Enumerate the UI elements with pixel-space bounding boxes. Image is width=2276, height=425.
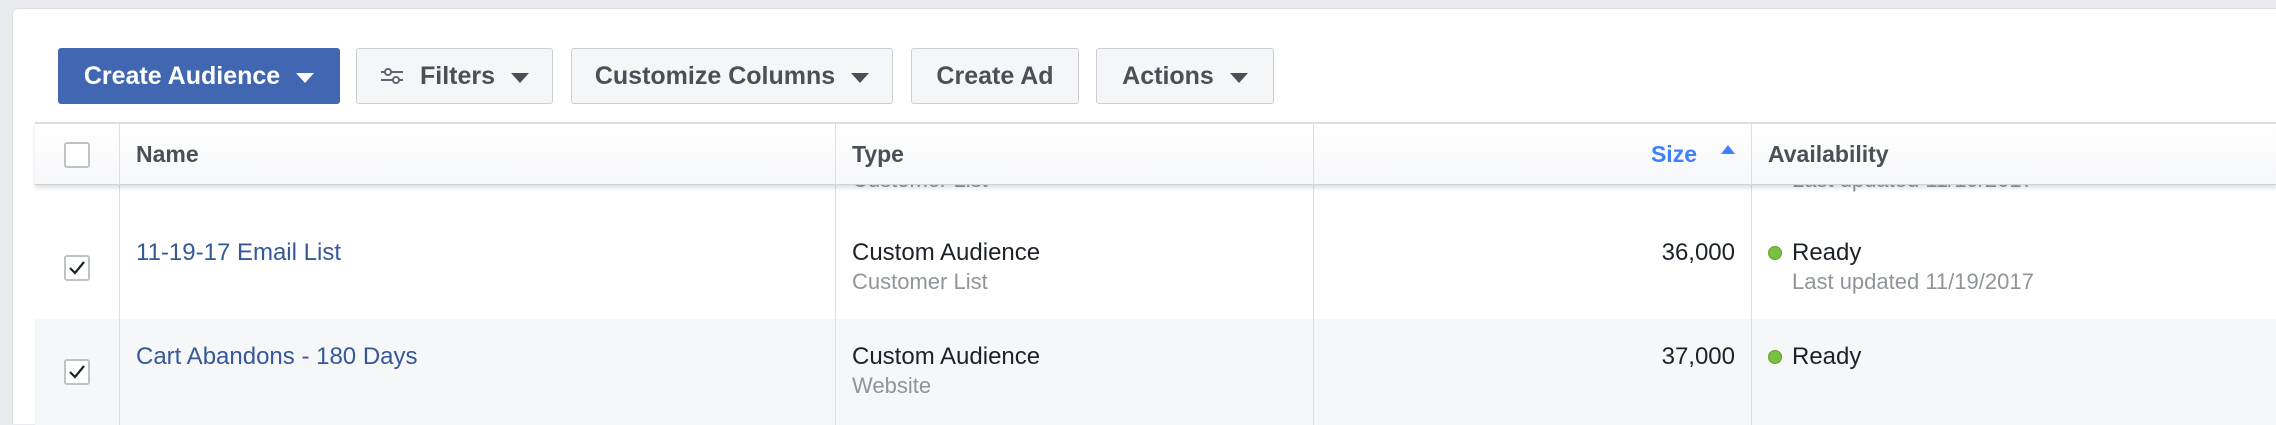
chevron-down-icon	[296, 72, 315, 83]
audience-subtype: Website	[852, 373, 932, 398]
checkbox-cell	[35, 319, 119, 425]
audience-table: Name Type Size Availability Customer Lis…	[35, 122, 2276, 425]
type-cell: Customer List	[835, 185, 1313, 215]
table-row[interactable]: Cart Abandons - 180 Days Custom Audience…	[35, 319, 2276, 425]
last-updated-text: Last updated 11/19/2017	[1792, 269, 2034, 294]
status-text: Ready	[1792, 343, 1862, 370]
name-cell: Cart Abandons - 180 Days	[119, 319, 835, 425]
filters-label: Filters	[419, 61, 496, 90]
column-header-size-label: Size	[1650, 141, 1697, 167]
column-header-name-label: Name	[136, 141, 199, 167]
customize-columns-button[interactable]: Customize Columns	[571, 48, 893, 104]
audience-subtype: Customer List	[852, 269, 988, 294]
ready-status-dot-icon	[1768, 350, 1782, 364]
availability-cell: Ready	[1751, 319, 2276, 425]
availability-cell: Ready Last updated 11/19/2017	[1751, 215, 2276, 319]
name-cell: 11-19-17 Email List	[119, 215, 835, 319]
audience-name-link[interactable]: 11-19-17 Email List	[136, 239, 341, 267]
audience-subtype: Customer List	[852, 185, 988, 193]
table-header: Name Type Size Availability	[35, 122, 2276, 185]
checkmark-icon	[69, 365, 85, 379]
size-cell: 36,000	[1313, 215, 1751, 319]
checkmark-icon	[69, 261, 85, 275]
chevron-down-icon	[1229, 72, 1248, 83]
column-header-type[interactable]: Type	[835, 124, 1313, 185]
row-checkbox[interactable]	[64, 359, 90, 385]
availability-cell: Last updated 11/19/2017	[1751, 185, 2276, 215]
audience-type: Custom Audience	[852, 239, 1041, 266]
chevron-down-icon	[851, 72, 870, 83]
audiences-panel: Create Audience Filters Customize Column…	[12, 8, 2276, 425]
type-cell: Custom Audience Website	[835, 319, 1313, 425]
table-row[interactable]: 11-19-17 Email List Custom Audience Cust…	[35, 215, 2276, 319]
column-header-size[interactable]: Size	[1313, 124, 1751, 185]
status-text: Ready	[1792, 239, 1862, 266]
ready-status-dot-icon	[1768, 246, 1782, 260]
size-cell: 37,000	[1313, 319, 1751, 425]
table-body: Customer List Last updated 11/19/2017 11…	[35, 185, 2276, 425]
select-all-checkbox[interactable]	[64, 141, 90, 168]
type-cell: Custom Audience Customer List	[835, 215, 1313, 319]
column-header-availability[interactable]: Availability	[1751, 124, 2276, 185]
checkbox-cell	[35, 185, 119, 215]
sliders-icon	[380, 68, 403, 84]
actions-label: Actions	[1122, 61, 1214, 90]
customize-columns-label: Customize Columns	[594, 61, 836, 90]
checkbox-cell	[35, 215, 119, 319]
create-ad-button[interactable]: Create Ad	[911, 48, 1079, 104]
audience-type: Custom Audience	[852, 343, 1041, 370]
availability-status: Ready	[1768, 239, 1861, 267]
table-row: Customer List Last updated 11/19/2017	[35, 185, 2276, 215]
name-cell	[119, 185, 835, 215]
create-ad-label: Create Ad	[936, 61, 1054, 90]
sort-ascending-icon	[1721, 145, 1735, 154]
chevron-down-icon	[511, 72, 530, 83]
column-header-type-label: Type	[852, 141, 904, 167]
size-cell	[1313, 185, 1751, 215]
audience-size: 37,000	[1661, 343, 1735, 370]
toolbar: Create Audience Filters Customize Column…	[13, 9, 2276, 124]
create-audience-button[interactable]: Create Audience	[58, 48, 340, 104]
actions-button[interactable]: Actions	[1096, 48, 1274, 104]
audience-size: 36,000	[1661, 239, 1735, 266]
filters-button[interactable]: Filters	[356, 48, 553, 104]
availability-status: Ready	[1768, 343, 1861, 371]
column-header-availability-label: Availability	[1768, 141, 1889, 167]
create-audience-label: Create Audience	[83, 61, 281, 90]
row-checkbox[interactable]	[64, 255, 90, 281]
select-all-cell	[35, 124, 119, 185]
audience-name-link[interactable]: Cart Abandons - 180 Days	[136, 343, 418, 371]
column-header-name[interactable]: Name	[119, 124, 835, 185]
last-updated-text: Last updated 11/19/2017	[1792, 185, 2034, 193]
